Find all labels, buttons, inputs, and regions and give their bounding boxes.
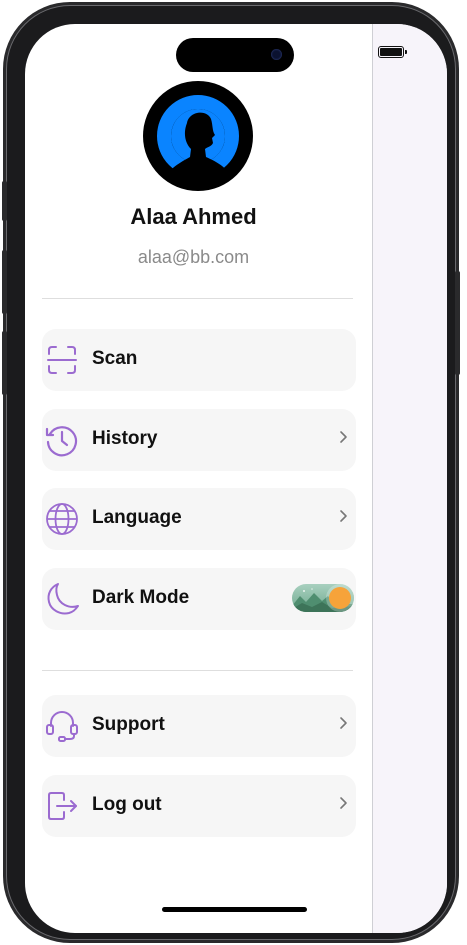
front-camera	[271, 49, 282, 60]
toggle-knob-sun	[329, 587, 351, 609]
person-silhouette-icon	[157, 95, 239, 177]
menu-item-history[interactable]: History	[42, 409, 356, 471]
divider-top	[42, 298, 353, 299]
menu-item-dark-mode: Dark Mode	[42, 568, 356, 630]
avatar	[143, 81, 253, 191]
phone-frame: Alaa Ahmed alaa@bb.com Scan History Lang…	[2, 5, 460, 940]
headset-icon	[46, 711, 78, 742]
globe-icon	[46, 503, 78, 535]
chevron-right-icon	[340, 431, 347, 443]
menu-item-support[interactable]: Support	[42, 695, 356, 757]
chevron-right-icon	[340, 717, 347, 729]
menu-item-scan[interactable]: Scan	[42, 329, 356, 391]
action-button	[2, 181, 7, 221]
menu-label-history: History	[92, 428, 158, 449]
battery-icon	[378, 46, 407, 58]
chevron-right-icon	[340, 510, 347, 522]
menu-item-logout[interactable]: Log out	[42, 775, 356, 837]
moon-icon	[47, 583, 79, 615]
main-content-overlay[interactable]	[372, 24, 447, 933]
history-icon	[45, 426, 78, 457]
scan-icon	[47, 346, 77, 374]
menu-item-language[interactable]: Language	[42, 488, 356, 550]
menu-label-scan: Scan	[92, 348, 138, 369]
dark-mode-toggle[interactable]	[292, 584, 354, 612]
menu-label-language: Language	[92, 507, 182, 528]
home-indicator[interactable]	[162, 907, 307, 912]
user-email: alaa@bb.com	[137, 247, 250, 267]
screen: Alaa Ahmed alaa@bb.com Scan History Lang…	[25, 24, 447, 933]
user-name: Alaa Ahmed	[130, 204, 257, 229]
dynamic-island	[176, 38, 294, 72]
menu-label-dark-mode: Dark Mode	[92, 587, 190, 608]
menu-label-logout: Log out	[92, 794, 162, 815]
divider-bottom	[42, 670, 353, 671]
logout-icon	[48, 792, 77, 820]
volume-up-button	[2, 250, 7, 314]
volume-down-button	[2, 331, 7, 395]
menu-label-support: Support	[92, 714, 165, 735]
chevron-right-icon	[340, 797, 347, 809]
power-button	[455, 271, 460, 375]
